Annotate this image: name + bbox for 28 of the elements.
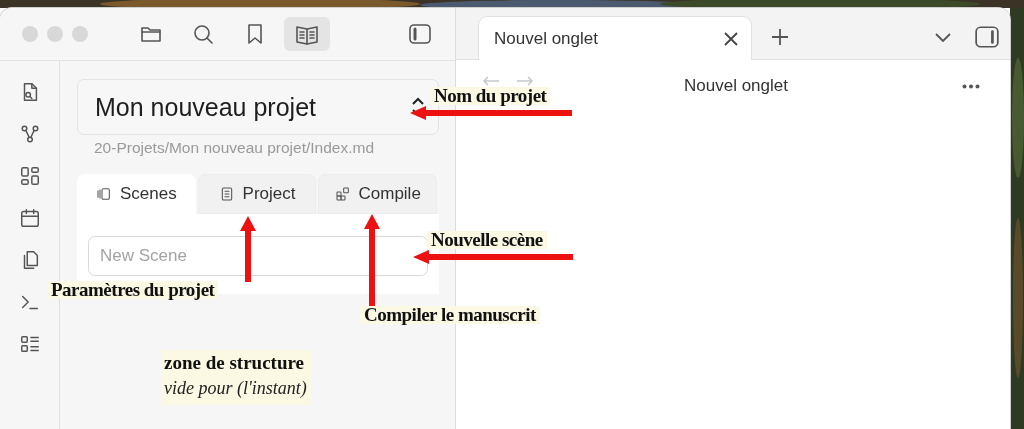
annotation-label: Nom du projet (430, 87, 551, 105)
chevron-down-icon[interactable] (934, 31, 952, 43)
scenes-icon (96, 186, 112, 202)
sidebar-right-icon[interactable] (974, 24, 1000, 50)
dashboard-icon (18, 165, 41, 187)
sidebar-left-icon (408, 22, 432, 46)
panel-tab[interactable]: Scenes (77, 174, 196, 214)
blocks-icon (334, 186, 351, 202)
editor-tab[interactable]: Nouvel onglet (478, 16, 752, 60)
annotation-label: Nouvelle scène (427, 231, 547, 249)
checklist-icon (18, 333, 41, 355)
panel-tab[interactable]: Compile (318, 174, 437, 214)
search-icon (191, 22, 215, 46)
new-tab-icon[interactable] (770, 27, 790, 47)
more-options-icon[interactable] (962, 84, 980, 89)
graph-icon (18, 123, 41, 145)
project-path: 20-Projets/Mon nouveau projet/Index.md (94, 139, 376, 157)
annotation-title: zone de structure (164, 352, 305, 374)
note-title: Nouvel onglet (683, 76, 789, 96)
calendar-icon (18, 207, 41, 229)
annotation-label: Paramètres du projet (47, 281, 219, 299)
panel-tab[interactable]: Project (197, 174, 317, 214)
new-scene-field[interactable]: New Scene (88, 236, 428, 276)
toolbar-button[interactable] (284, 17, 330, 51)
annotation-arrow (240, 216, 256, 282)
annotation-label: Compiler le manuscrit (360, 306, 540, 324)
close-icon[interactable] (723, 30, 739, 47)
annotation-subtitle: vide pour (l'instant) (164, 378, 307, 399)
